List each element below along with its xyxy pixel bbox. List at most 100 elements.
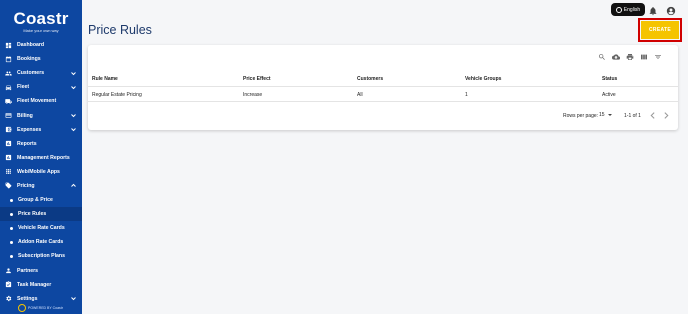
column-header-price-effect[interactable]: Price Effect [243,76,271,82]
sidebar-item-customers[interactable]: Customers [0,66,82,80]
sidebar-item-label: Management Reports [17,154,70,161]
caret-down-icon [607,114,612,116]
chevron-down-icon [71,71,76,76]
sidebar-item-label: Dashboard [17,42,45,49]
sidebar-item-label: Fleet [17,84,30,91]
sidebar-item-partners[interactable]: Partners [0,264,82,278]
sidebar-item-label: Billing [17,112,33,119]
cell-status: Active [602,91,616,98]
sidebar-item-label: Reports [17,140,37,147]
sidebar-item-label: Pricing [17,182,35,189]
sidebar-item-label: Price Rules [18,211,47,218]
globe-icon [615,6,622,13]
customers-icon [5,70,12,77]
search-icon[interactable] [598,53,606,61]
bullet-icon [10,254,13,258]
cell-vehicle-groups: 1 [465,91,468,98]
table-header: Rule Name Price Effect Customers Vehicle… [88,72,678,87]
sidebar-item-price-rules[interactable]: Price Rules [0,207,82,222]
powered-by-badge-icon [18,304,26,312]
sidebar-item-subscription-plans[interactable]: Subscription Plans [0,249,82,263]
rows-per-page-select[interactable]: 15 [599,112,612,118]
sidebar-item-label: Bookings [17,56,41,63]
sidebar-item-label: Partners [17,267,39,274]
apps-icon [5,168,12,175]
sidebar-item-billing[interactable]: Billing [0,108,82,122]
table-row[interactable]: Regular Estate Pricing Increase All 1 Ac… [88,88,678,102]
cell-price-effect: Increase [243,91,263,98]
sidebar-item-expenses[interactable]: Expenses [0,123,82,137]
print-icon[interactable] [626,53,634,61]
topbar: English [82,0,688,18]
filter-icon[interactable] [654,53,662,61]
sidebar-item-reports[interactable]: Reports [0,137,82,151]
sidebar-item-label: Addon Rate Cards [18,239,64,246]
sidebar-item-label: Customers [17,70,45,77]
sidebar-item-bookings[interactable]: Bookings [0,52,82,66]
next-page-icon[interactable] [663,112,669,119]
powered-by: POWERED BY Coastr [18,304,63,312]
chevron-down-icon [71,127,76,132]
sidebar-item-label: Subscription Plans [18,253,65,260]
sidebar-nav: Dashboard Bookings Customers Fleet Fleet Mov… [0,38,82,306]
chevron-down-icon [71,113,76,118]
expenses-icon [5,126,12,133]
task-icon [5,281,12,288]
logo-text: Coastr [13,8,69,28]
car-icon [5,84,12,91]
price-rules-table-card: Rule Name Price Effect Customers Vehicle… [88,45,678,130]
rows-per-page-label: Rows per page: [563,113,599,119]
sidebar-item-label: Group & Price [18,197,53,204]
cell-customers: All [357,91,363,98]
sidebar-item-dashboard[interactable]: Dashboard [0,38,82,52]
column-header-customers[interactable]: Customers [357,76,383,82]
sidebar-item-label: Fleet Movement [17,98,57,105]
sidebar-item-pricing[interactable]: Pricing [0,179,82,193]
pagination-range: 1-1 of 1 [624,113,641,119]
bullet-icon [10,226,13,230]
brand-logo[interactable]: Coastr Make your own way [0,0,82,38]
previous-page-icon[interactable] [650,112,656,119]
sidebar-item-label: Web/Mobile Apps [17,168,60,175]
sidebar-item-management-reports[interactable]: Management Reports [0,151,82,165]
table-toolbar [598,53,662,61]
column-header-vehicle-groups[interactable]: Vehicle Groups [465,76,501,82]
notifications-bell-icon[interactable] [648,3,658,16]
management-reports-icon [5,154,12,161]
truck-icon [5,98,12,105]
language-label: English [623,6,641,13]
sidebar-item-vehicle-rate-cards[interactable]: Vehicle Rate Cards [0,221,82,235]
user-account-icon[interactable] [666,3,676,16]
language-button[interactable]: English [611,3,645,16]
sidebar-item-addon-rate-cards[interactable]: Addon Rate Cards [0,235,82,249]
sidebar-item-label: Vehicle Rate Cards [18,225,65,232]
sidebar-item-label: Settings [17,295,38,302]
sidebar-item-task-manager[interactable]: Task Manager [0,278,82,292]
sidebar-item-web-mobile-apps[interactable]: Web/Mobile Apps [0,165,82,179]
rows-per-page-value: 15 [599,112,605,118]
tag-icon [5,182,12,189]
powered-by-text: POWERED BY Coastr [28,306,63,310]
bookings-icon [5,55,12,63]
billing-icon [5,112,12,119]
sidebar-item-label: Expenses [17,126,42,133]
pagination: Rows per page: 15 1-1 of 1 [88,109,678,123]
bullet-icon [10,198,13,202]
column-header-rule-name[interactable]: Rule Name [92,76,118,82]
page-title: Price Rules [88,23,152,37]
chevron-down-icon [71,85,76,90]
sidebar-item-fleet-movement[interactable]: Fleet Movement [0,94,82,108]
sidebar: Coastr Make your own way Dashboard Bookin… [0,0,82,314]
view-columns-icon[interactable] [640,53,648,61]
sidebar-item-fleet[interactable]: Fleet [0,80,82,94]
sidebar-item-group-price[interactable]: Group & Price [0,193,82,207]
column-header-status[interactable]: Status [602,76,617,82]
chevron-up-icon [71,183,76,188]
bullet-icon [10,240,13,244]
partners-icon [5,267,12,274]
reports-icon [5,140,12,147]
cloud-download-icon[interactable] [612,53,620,61]
logo-tagline: Make your own way [23,27,59,33]
create-button[interactable]: CREATE [638,18,682,42]
sidebar-item-label: Task Manager [17,281,52,288]
